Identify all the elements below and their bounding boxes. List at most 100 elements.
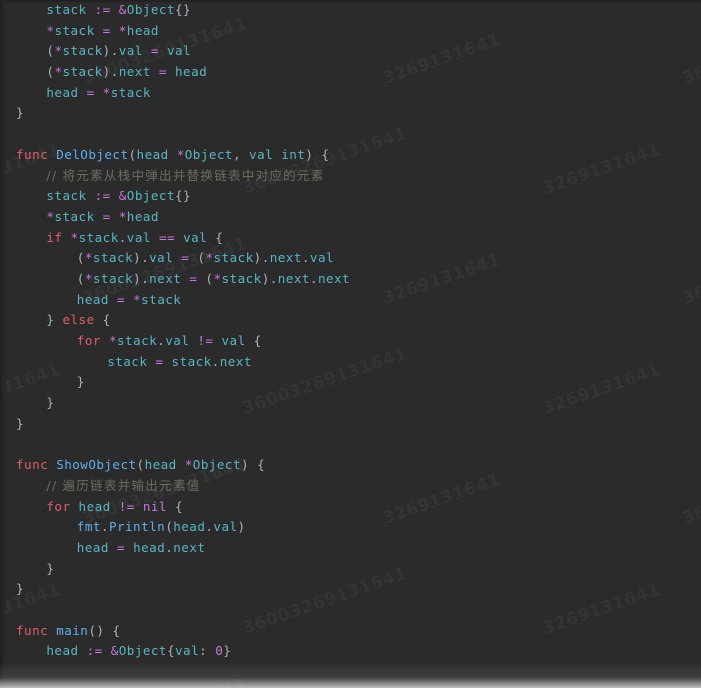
code-token-punct: . bbox=[211, 353, 220, 369]
code-line[interactable]: stack := &Object{} bbox=[0, 0, 701, 21]
code-token-id: next bbox=[149, 270, 182, 286]
code-line[interactable]: // 遍历链表并输出元素值 bbox=[0, 476, 701, 497]
code-token-id: head bbox=[76, 539, 109, 555]
code-token-punct: . bbox=[157, 333, 166, 348]
code-line[interactable]: for head != nil { bbox=[0, 497, 701, 518]
code-line[interactable]: head = *stack bbox=[0, 290, 701, 311]
code-token-id: stack bbox=[117, 333, 158, 348]
code-token-id: stack bbox=[221, 270, 262, 286]
code-token-fn: fmt bbox=[76, 519, 101, 535]
code-line[interactable]: func DelObject(head *Object, val int) { bbox=[0, 145, 701, 166]
code-line[interactable]: (*stack).next = head bbox=[0, 62, 701, 83]
code-token-punct: } bbox=[16, 581, 25, 597]
code-token-id: val bbox=[118, 43, 143, 59]
code-token-op: * bbox=[84, 250, 93, 266]
code-token-punct: . bbox=[309, 270, 318, 286]
bottom-fade-overlay bbox=[0, 662, 701, 688]
code-token-op: * bbox=[84, 270, 93, 286]
code-token-punct: ( bbox=[136, 457, 145, 473]
code-token-id: head bbox=[144, 457, 177, 473]
code-token-punct: } bbox=[76, 374, 85, 390]
code-line[interactable]: *stack = *head bbox=[0, 21, 701, 42]
code-token-punct: { bbox=[166, 498, 184, 514]
code-token-id: stack bbox=[46, 188, 87, 204]
code-line[interactable]: if *stack.val == val { bbox=[0, 228, 701, 249]
code-line[interactable]: head = head.next bbox=[0, 538, 701, 559]
code-token-id: next bbox=[277, 270, 310, 286]
code-token-type: Object bbox=[126, 188, 175, 204]
code-token-punct: { bbox=[245, 333, 262, 348]
code-token-op: := bbox=[94, 188, 111, 204]
code-line[interactable]: } bbox=[0, 393, 701, 414]
code-token-id: next bbox=[173, 539, 206, 555]
code-line[interactable]: (*stack).val = (*stack).next.val bbox=[0, 248, 701, 269]
code-token-id: val bbox=[309, 250, 335, 266]
code-token-op: != bbox=[197, 333, 214, 348]
code-token-op: = bbox=[116, 539, 126, 555]
code-token-op: * bbox=[108, 333, 117, 348]
code-token-id: head bbox=[126, 22, 159, 38]
code-token-id: next bbox=[317, 270, 351, 286]
code-line[interactable]: func ShowObject(head *Object) { bbox=[0, 455, 701, 476]
code-token-id: stack bbox=[110, 84, 151, 100]
code-token-punct: } bbox=[46, 395, 55, 411]
code-token-type: Object bbox=[118, 643, 167, 659]
code-token-id: head bbox=[136, 146, 169, 162]
code-token-op: * bbox=[133, 291, 142, 307]
code-line[interactable]: head = *stack bbox=[0, 83, 701, 104]
code-line[interactable]: // 将元素从栈中弹出并替换链表中对应的元素 bbox=[0, 166, 701, 187]
code-line[interactable]: (*stack).val = val bbox=[0, 41, 701, 62]
watermark-text: 36003269131641 bbox=[680, 674, 701, 688]
code-line[interactable]: } bbox=[0, 579, 701, 600]
code-line[interactable]: } bbox=[0, 414, 701, 435]
code-token-kw: func bbox=[16, 622, 49, 638]
code-viewer[interactable]: 3269131641360032691316413269131641360032… bbox=[0, 0, 701, 688]
code-line[interactable]: } bbox=[0, 103, 701, 124]
code-token-punct: ( bbox=[128, 146, 137, 162]
code-token-punct: {} bbox=[174, 188, 192, 204]
code-line[interactable]: func main() { bbox=[0, 621, 701, 642]
code-token-op: = bbox=[86, 84, 95, 100]
code-token-id: next bbox=[269, 250, 302, 266]
code-token-punct: ). bbox=[253, 250, 270, 266]
code-line[interactable]: stack := &Object{} bbox=[0, 186, 701, 207]
code-token-punct: : bbox=[199, 643, 216, 659]
code-line[interactable]: head := &Object{val: 0} bbox=[0, 641, 701, 662]
code-token-punct: } bbox=[16, 415, 25, 431]
code-line[interactable]: } bbox=[0, 559, 701, 580]
code-text-surface[interactable]: stack := &Object{} *stack = *head (*stack)… bbox=[0, 0, 701, 662]
code-token-punct: } bbox=[16, 105, 25, 121]
code-token-id: head bbox=[175, 64, 208, 80]
code-token-id: stack bbox=[46, 2, 87, 17]
code-token-punct: ( bbox=[76, 270, 85, 286]
code-line[interactable]: *stack = *head bbox=[0, 207, 701, 228]
code-token-fn: main bbox=[56, 622, 89, 638]
code-line[interactable]: stack = stack.next bbox=[0, 352, 701, 373]
code-line[interactable]: (*stack).next = (*stack).next.next bbox=[0, 269, 701, 290]
code-line[interactable]: } else { bbox=[0, 310, 701, 331]
code-line[interactable]: } bbox=[0, 372, 701, 393]
code-line[interactable]: for *stack.val != val { bbox=[0, 331, 701, 352]
code-token-id: head bbox=[76, 291, 109, 307]
code-line[interactable]: fmt.Println(head.val) bbox=[0, 517, 701, 538]
code-token-id: head bbox=[78, 498, 111, 514]
code-token-op: * bbox=[184, 457, 193, 473]
code-token-comment: // 将元素从栈中弹出并替换链表中对应的元素 bbox=[46, 167, 325, 183]
code-token-op: = bbox=[102, 22, 111, 38]
